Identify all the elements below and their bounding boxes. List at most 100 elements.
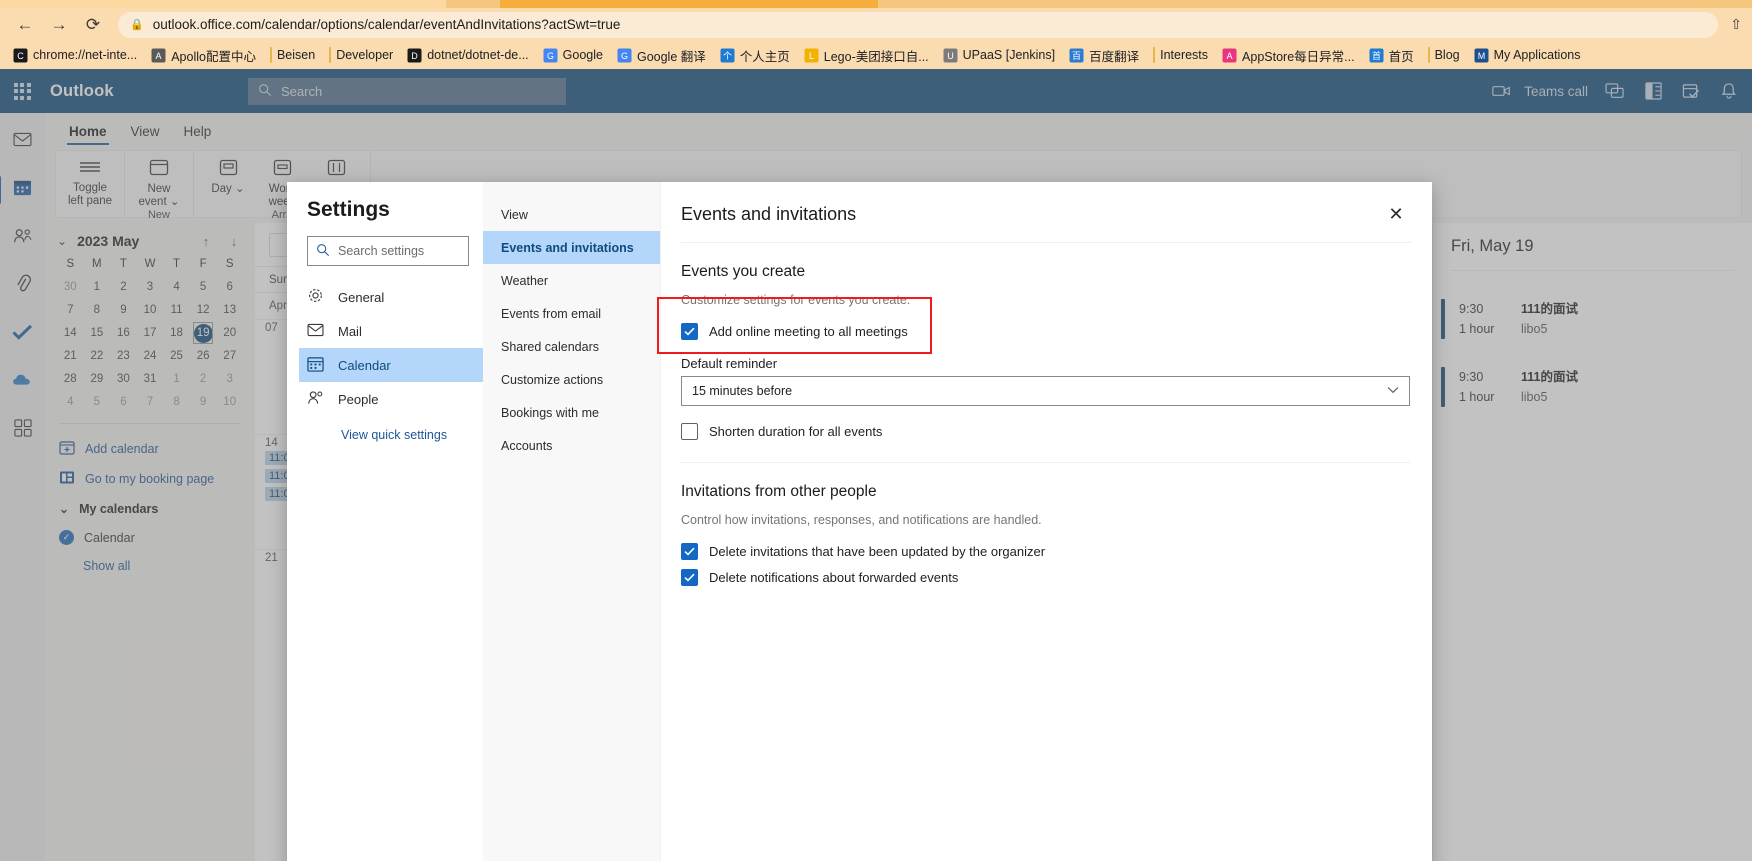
settings-category-bookings-with-me[interactable]: Bookings with me xyxy=(483,396,660,429)
settings-category-weather[interactable]: Weather xyxy=(483,264,660,297)
bookmark-item[interactable]: Beisen xyxy=(263,46,322,64)
apps-icon: M xyxy=(1474,48,1489,63)
section-events-you-create-description: Customize settings for events you create… xyxy=(681,293,911,307)
bookmark-item[interactable]: Blog xyxy=(1421,46,1467,64)
bookmark-label: 百度翻译 xyxy=(1089,49,1140,64)
bookmark-item[interactable]: L Lego-美团接口自... xyxy=(797,44,936,67)
bookmark-label: dotnet/dotnet-de... xyxy=(427,48,529,62)
google-translate-icon: G xyxy=(617,48,632,63)
bookmark-label: AppStore每日异常... xyxy=(1242,49,1355,64)
bookmark-item[interactable]: A AppStore每日异常... xyxy=(1215,44,1362,67)
bookmark-label: My Applications xyxy=(1493,48,1581,62)
settings-nav-calendar[interactable]: Calendar xyxy=(299,348,483,382)
google-icon: G xyxy=(543,48,558,63)
bookmark-item[interactable]: Developer xyxy=(322,46,400,64)
bookmark-item[interactable]: 个个人主页 xyxy=(713,44,797,67)
address-bar-url: outlook.office.com/calendar/options/cale… xyxy=(152,17,621,32)
jenkins-icon: U xyxy=(943,48,958,63)
reload-icon[interactable]: ⟳ xyxy=(76,11,110,39)
info-icon: 首 xyxy=(1369,48,1384,63)
add-online-meeting-checkbox[interactable] xyxy=(681,323,698,340)
settings-category-accounts[interactable]: Accounts xyxy=(483,429,660,462)
forward-arrow-icon[interactable]: → xyxy=(42,11,76,39)
add-online-meeting-label: Add online meeting to all meetings xyxy=(709,324,908,339)
settings-nav-calendar-label: Calendar xyxy=(338,357,391,373)
settings-category-customize-actions[interactable]: Customize actions xyxy=(483,363,660,396)
svg-text:个: 个 xyxy=(723,51,732,61)
close-icon[interactable]: ✕ xyxy=(1382,200,1410,228)
svg-text:A: A xyxy=(156,51,162,61)
delete-updated-invitations-checkbox[interactable] xyxy=(681,543,698,560)
settings-dialog: Settings Search settings General Mail Ca… xyxy=(287,182,1432,861)
divider xyxy=(681,462,1410,463)
delete-updated-invitations-label: Delete invitations that have been update… xyxy=(709,544,1046,559)
search-icon xyxy=(316,243,330,260)
shorten-duration-label: Shorten duration for all events xyxy=(709,424,883,439)
bookmark-label: Google xyxy=(562,48,603,62)
chevron-down-icon xyxy=(1387,385,1399,397)
settings-category-events-from-email[interactable]: Events from email xyxy=(483,297,660,330)
browser-tab-active[interactable] xyxy=(500,0,878,8)
default-reminder-select[interactable]: 15 minutes before xyxy=(681,376,1410,406)
bookmark-label: Developer xyxy=(336,48,394,62)
settings-search-input[interactable]: Search settings xyxy=(307,236,469,266)
browser-tab-inactive[interactable] xyxy=(0,0,446,8)
bookmark-item[interactable]: 百百度翻译 xyxy=(1062,44,1146,67)
settings-nav-people-label: People xyxy=(338,391,379,407)
apollo-icon: A xyxy=(151,48,166,63)
github-icon: D xyxy=(407,48,422,63)
bookmark-label: Apollo配置中心 xyxy=(171,49,256,64)
settings-nav-mail-label: Mail xyxy=(338,323,362,339)
back-arrow-icon[interactable]: ← xyxy=(8,11,42,39)
folder-icon xyxy=(1153,47,1156,63)
bookmark-label: Beisen xyxy=(276,48,316,62)
bookmark-label: Blog xyxy=(1434,48,1460,62)
bookmark-item[interactable]: Interests xyxy=(1146,46,1215,64)
folder-icon xyxy=(329,47,332,63)
bookmark-bar: Cchrome://net-inte... A Apollo配置中心 Beisen De… xyxy=(0,41,1752,69)
address-bar[interactable]: 🔒 outlook.office.com/calendar/options/ca… xyxy=(118,11,1719,38)
outlook-app: Outlook Search Teams call Home View Help… xyxy=(0,69,1752,861)
bookmark-label: 首页 xyxy=(1388,49,1414,64)
settings-title: Settings xyxy=(307,198,390,221)
person-icon xyxy=(307,390,324,409)
delete-forwarded-notifications-checkbox-row[interactable]: Delete notifications about forwarded eve… xyxy=(681,569,1410,586)
settings-nav-general[interactable]: General xyxy=(299,280,483,314)
svg-text:D: D xyxy=(411,51,418,61)
browser-toolbar-actions[interactable]: ⇧ xyxy=(1730,16,1752,33)
settings-panel-title: Events and invitations xyxy=(681,203,857,224)
shorten-duration-checkbox[interactable] xyxy=(681,423,698,440)
bookmark-item[interactable]: G Google xyxy=(536,46,610,65)
globe-icon: C xyxy=(13,48,28,63)
bookmark-item[interactable]: Ddotnet/dotnet-de... xyxy=(400,46,535,65)
bookmark-label: Lego-美团接口自... xyxy=(823,49,929,64)
settings-nav-mail[interactable]: Mail xyxy=(299,314,483,348)
add-online-meeting-checkbox-row[interactable]: Add online meeting to all meetings xyxy=(681,323,1410,340)
settings-nav-people[interactable]: People xyxy=(299,382,483,416)
view-quick-settings-link[interactable]: View quick settings xyxy=(307,416,469,442)
shorten-duration-checkbox-row[interactable]: Shorten duration for all events xyxy=(681,423,1410,440)
default-reminder-label: Default reminder xyxy=(681,356,778,371)
settings-category-view[interactable]: View xyxy=(483,198,660,231)
svg-text:百: 百 xyxy=(1072,51,1081,61)
share-icon[interactable]: ⇧ xyxy=(1730,16,1742,33)
settings-nav-general-label: General xyxy=(338,289,385,305)
bookmark-item[interactable]: U UPaaS [Jenkins] xyxy=(936,46,1062,65)
settings-category-shared-calendars[interactable]: Shared calendars xyxy=(483,330,660,363)
bookmark-item[interactable]: 首首页 xyxy=(1362,44,1421,67)
svg-text:U: U xyxy=(947,51,954,61)
bookmark-item[interactable]: A Apollo配置中心 xyxy=(144,44,263,67)
svg-text:G: G xyxy=(547,51,554,61)
browser-tab-strip xyxy=(0,0,1752,8)
settings-search-placeholder: Search settings xyxy=(338,244,425,258)
appstore-icon: A xyxy=(1222,48,1237,63)
bookmark-item[interactable]: M My Applications xyxy=(1467,46,1588,65)
bookmark-item[interactable]: Cchrome://net-inte... xyxy=(6,46,144,65)
delete-forwarded-notifications-checkbox[interactable] xyxy=(681,569,698,586)
delete-updated-invitations-checkbox-row[interactable]: Delete invitations that have been update… xyxy=(681,543,1410,560)
lego-icon: L xyxy=(804,48,819,63)
settings-panel: Events and invitations ✕ Events you crea… xyxy=(661,182,1432,861)
section-invitations-description: Control how invitations, responses, and … xyxy=(681,513,1042,527)
settings-category-events-and-invitations[interactable]: Events and invitations xyxy=(483,231,660,264)
bookmark-item[interactable]: G Google 翻译 xyxy=(610,44,713,67)
